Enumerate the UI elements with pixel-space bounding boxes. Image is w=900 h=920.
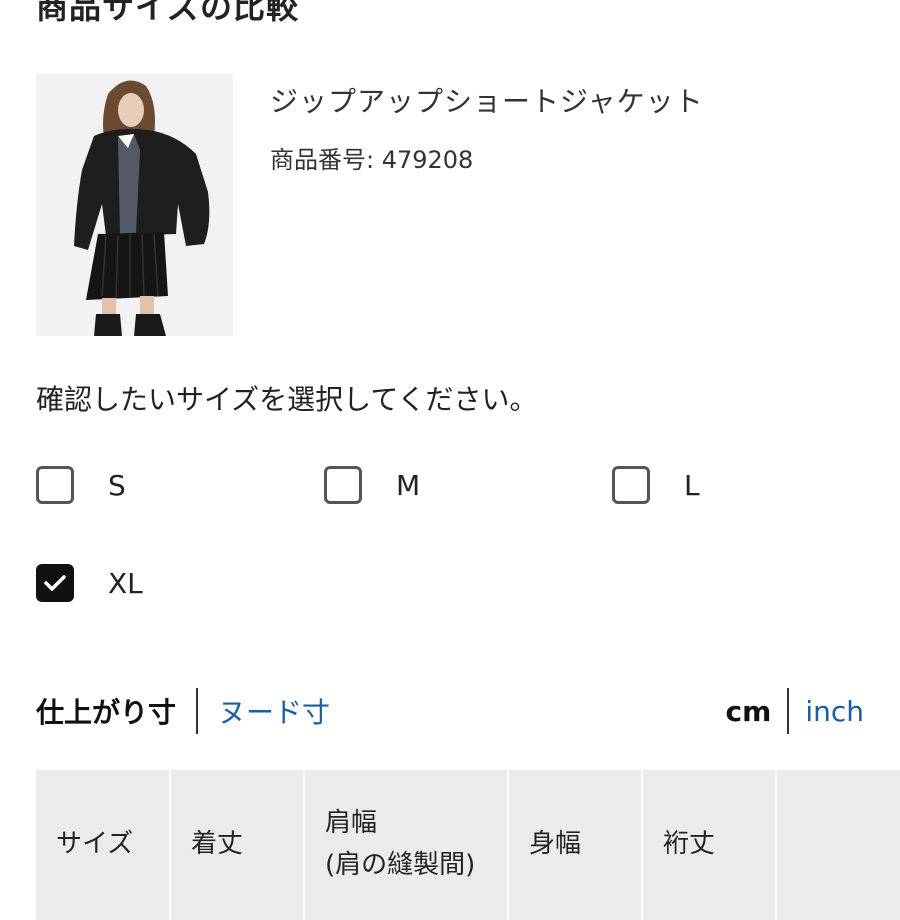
size-label-m: M <box>396 468 421 502</box>
unit-inch[interactable]: inch <box>805 695 864 728</box>
toggle-divider <box>787 688 790 734</box>
size-option-s[interactable]: S <box>36 466 126 504</box>
checkbox-xl[interactable] <box>36 564 74 602</box>
product-image[interactable] <box>36 74 233 336</box>
size-table: サイズ 着丈 肩幅 (肩の縫製間) 身幅 裄丈 <box>36 770 900 920</box>
size-label-s: S <box>108 468 126 502</box>
measurement-type-toggle: 仕上がり寸 ヌード寸 <box>36 688 330 734</box>
product-number: 商品番号: 479208 <box>270 146 474 174</box>
header-text: 裄丈 <box>663 829 716 860</box>
size-option-xl[interactable]: XL <box>36 564 143 602</box>
column-header-length: 着丈 <box>169 770 304 920</box>
size-option-l[interactable]: L <box>612 466 700 504</box>
column-header-size: サイズ <box>36 770 170 920</box>
body-size-tab[interactable]: ヌード寸 <box>218 691 330 731</box>
header-subtext: (肩の縫製間) <box>325 850 476 880</box>
size-option-m[interactable]: M <box>324 466 420 504</box>
column-header-sleeve: 裄丈 <box>641 770 776 920</box>
finished-size-tab[interactable]: 仕上がり寸 <box>36 691 176 731</box>
column-header-chest: 身幅 <box>507 770 642 920</box>
column-header-extra <box>775 770 900 920</box>
checkbox-m[interactable] <box>324 466 362 504</box>
unit-toggle: cm inch <box>726 688 864 734</box>
header-text: 着丈 <box>191 829 244 860</box>
size-label-xl: XL <box>108 566 143 600</box>
product-photo-illustration <box>36 74 233 336</box>
checkmark-icon <box>44 575 66 591</box>
size-select-instruction: 確認したいサイズを選択してください。 <box>36 383 538 416</box>
size-label-l: L <box>684 468 700 502</box>
page-title: 商品サイズの比較 <box>36 0 300 26</box>
checkbox-s[interactable] <box>36 466 74 504</box>
toggle-divider <box>196 688 199 734</box>
checkbox-l[interactable] <box>612 466 650 504</box>
unit-cm[interactable]: cm <box>726 695 772 728</box>
table-header-row: サイズ 着丈 肩幅 (肩の縫製間) 身幅 裄丈 <box>36 770 900 920</box>
product-name: ジップアップショートジャケット <box>270 85 704 118</box>
column-header-shoulder: 肩幅 (肩の縫製間) <box>303 770 508 920</box>
header-text: 肩幅 <box>325 808 378 839</box>
header-text: 身幅 <box>529 829 582 860</box>
header-text: サイズ <box>56 829 134 860</box>
